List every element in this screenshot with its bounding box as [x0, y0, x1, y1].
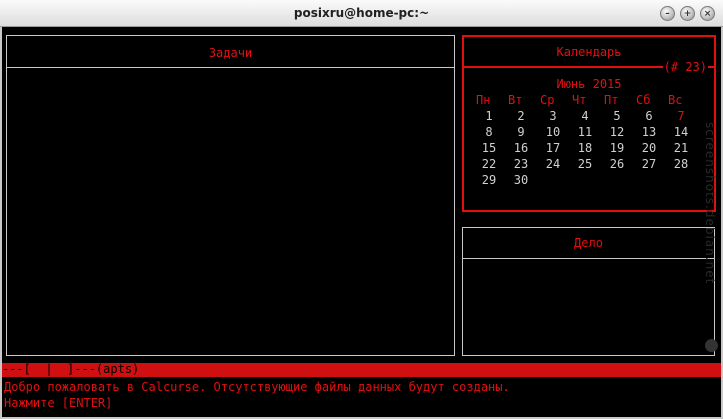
watermark-text: screenshots.debian.net: [703, 122, 717, 285]
weekday-label: Сб: [636, 93, 651, 107]
calendar-day[interactable]: 10: [537, 125, 569, 141]
weekday-label: Чт: [572, 93, 587, 107]
calendar-day[interactable]: 18: [569, 141, 601, 157]
calendar-day[interactable]: 5: [601, 109, 633, 125]
calendar-weekday-row: Пн Вт Ср Чт Пт Сб Вс: [473, 93, 697, 109]
calendar-week-row: 22 23 24 25 26 27 28: [473, 157, 697, 173]
tasks-panel[interactable]: Задачи: [6, 35, 455, 356]
calendar-day[interactable]: 8: [473, 125, 505, 141]
calendar-month-label: Июнь 2015: [556, 77, 622, 91]
calendar-week-row: 29 30: [473, 173, 697, 189]
calendar-day[interactable]: 30: [505, 173, 537, 189]
calendar-day[interactable]: 20: [633, 141, 665, 157]
weekday-label: Пн: [476, 93, 491, 107]
calendar-day[interactable]: 17: [537, 141, 569, 157]
watermark-logo-icon: [705, 339, 718, 352]
weekday-label: Вс: [668, 93, 683, 107]
maximize-button[interactable]: +: [680, 6, 695, 21]
weekday-label: Вт: [508, 93, 523, 107]
title-bar[interactable]: posixru@home-pc:~ – + ×: [0, 0, 723, 27]
calendar-day[interactable]: 24: [537, 157, 569, 173]
calendar-day[interactable]: 13: [633, 125, 665, 141]
calendar-day[interactable]: 6: [633, 109, 665, 125]
calendar-day[interactable]: 11: [569, 125, 601, 141]
calendar-day[interactable]: 22: [473, 157, 505, 173]
window-title: posixru@home-pc:~: [293, 6, 430, 20]
calendar-day[interactable]: 26: [601, 157, 633, 173]
calendar-day[interactable]: 2: [505, 109, 537, 125]
events-panel[interactable]: Дело: [462, 227, 715, 356]
tasks-panel-title: Задачи: [208, 46, 253, 60]
calendar-day[interactable]: 27: [633, 157, 665, 173]
welcome-message: Добро пожаловать в Calcurse. Отсутствующ…: [4, 380, 510, 394]
calendar-day[interactable]: 19: [601, 141, 633, 157]
calendar-day[interactable]: 14: [665, 125, 697, 141]
calendar-day[interactable]: 29: [473, 173, 505, 189]
status-bar-tabs[interactable]: ---[ | ]---(apts): [2, 362, 139, 376]
calendar-day[interactable]: 23: [505, 157, 537, 173]
calendar-panel-title: Календарь: [556, 45, 622, 59]
calendar-day[interactable]: 16: [505, 141, 537, 157]
close-icon: ×: [703, 8, 712, 19]
calendar-day[interactable]: 28: [665, 157, 697, 173]
calendar-panel[interactable]: Календарь (# 23) Июнь 2015 Пн Вт Ср Чт П…: [462, 35, 716, 212]
calendar-day[interactable]: 12: [601, 125, 633, 141]
events-panel-title: Дело: [574, 236, 603, 250]
minimize-icon: –: [665, 8, 670, 19]
calendar-week-row: 8 9 10 11 12 13 14: [473, 125, 697, 141]
close-button[interactable]: ×: [700, 6, 715, 21]
calendar-badge: (# 23): [662, 60, 708, 74]
calendar-day[interactable]: 15: [473, 141, 505, 157]
terminal-window: posixru@home-pc:~ – + × Задачи Календарь…: [0, 0, 723, 419]
maximize-icon: +: [683, 8, 692, 19]
events-panel-divider: [463, 258, 714, 259]
calendar-day[interactable]: 4: [569, 109, 601, 125]
calendar-day[interactable]: 1: [473, 109, 505, 125]
minimize-button[interactable]: –: [660, 6, 675, 21]
weekday-label: Пт: [604, 93, 619, 107]
calendar-day[interactable]: 3: [537, 109, 569, 125]
calendar-day[interactable]: 21: [665, 141, 697, 157]
calendar-week-row: 15 16 17 18 19 20 21: [473, 141, 697, 157]
calendar-day[interactable]: 9: [505, 125, 537, 141]
calendar-week-row: 1 2 3 4 5 6 7: [473, 109, 697, 125]
calendar-grid[interactable]: Пн Вт Ср Чт Пт Сб Вс 1 2 3 4 5 6 7 8 9 1…: [473, 93, 697, 189]
calendar-day-selected[interactable]: 7: [665, 109, 697, 125]
press-enter-prompt: Нажмите [ENTER]: [4, 396, 113, 410]
tasks-panel-divider: [7, 67, 454, 68]
calendar-day[interactable]: 25: [569, 157, 601, 173]
terminal-area[interactable]: Задачи Календарь (# 23) Июнь 2015 Пн Вт …: [2, 27, 721, 417]
weekday-label: Ср: [540, 93, 555, 107]
